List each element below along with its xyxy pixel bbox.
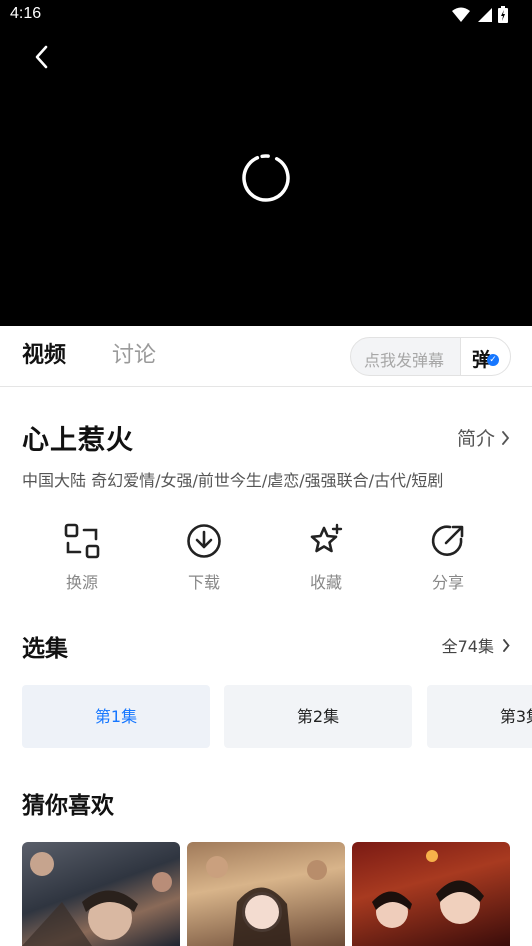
poster-image[interactable] <box>22 842 180 946</box>
tab-discuss[interactable]: 讨论 <box>112 342 156 370</box>
share-button[interactable]: 分享 <box>403 520 493 593</box>
switch-source-button[interactable]: 换源 <box>37 520 127 593</box>
loading-spinner-icon <box>242 154 290 202</box>
episodes-all-link[interactable]: 全74集 <box>442 633 510 657</box>
switch-source-icon <box>64 523 100 559</box>
wifi-icon <box>452 7 470 22</box>
episodes-all-label: 全74集 <box>441 637 494 656</box>
status-bar: 4:16 <box>0 0 532 30</box>
intro-link[interactable]: 简介 <box>457 424 510 451</box>
poster-image[interactable] <box>187 842 345 946</box>
episodes-title: 选集 <box>22 636 68 662</box>
poster-art <box>372 850 484 928</box>
poster-art <box>22 852 172 946</box>
show-tags: 中国大陆 奇幻爱情/女强/前世今生/虐恋/强强联合/古代/短剧 <box>22 471 444 490</box>
action-label: 下载 <box>187 573 220 592</box>
favorite-button[interactable]: 收藏 <box>281 520 371 593</box>
action-label: 分享 <box>431 573 464 592</box>
episode-chip[interactable]: 第2集 <box>224 685 412 748</box>
download-icon <box>187 524 221 558</box>
check-icon: ✓ <box>487 354 499 366</box>
battery-icon <box>498 6 508 23</box>
status-time: 4:16 <box>10 5 42 22</box>
video-player[interactable]: 4:16 <box>0 0 532 326</box>
status-icons <box>452 6 508 23</box>
poster-art <box>206 856 327 946</box>
recommend-posters <box>22 842 532 946</box>
favorite-star-icon <box>310 523 343 553</box>
episode-chip[interactable]: 第3集 <box>427 685 532 748</box>
episode-chip[interactable]: 第1集 <box>22 685 210 748</box>
danmaku-input[interactable]: 点我发弹幕 <box>364 347 444 371</box>
cellular-signal-icon <box>478 7 492 22</box>
chevron-left-icon <box>35 45 48 69</box>
recommend-title: 猜你喜欢 <box>22 793 114 819</box>
action-label: 换源 <box>65 573 98 592</box>
download-button[interactable]: 下载 <box>159 520 249 593</box>
back-button[interactable] <box>24 40 58 74</box>
poster-image[interactable] <box>352 842 510 946</box>
show-title: 心上惹火 <box>22 425 134 456</box>
chevron-right-icon <box>503 638 510 652</box>
intro-label: 简介 <box>456 428 495 450</box>
tab-video[interactable]: 视频 <box>22 342 66 370</box>
action-label: 收藏 <box>309 573 342 592</box>
danmaku-box: 点我发弹幕 弹 ✓ <box>350 337 511 376</box>
chevron-right-icon <box>502 430 510 445</box>
action-bar: 换源 下载 收藏 分享 <box>0 520 532 600</box>
share-icon <box>431 525 464 556</box>
danmaku-toggle-button[interactable]: 弹 ✓ <box>460 338 510 375</box>
episode-list: 第1集 第2集 第3集 <box>22 685 532 748</box>
